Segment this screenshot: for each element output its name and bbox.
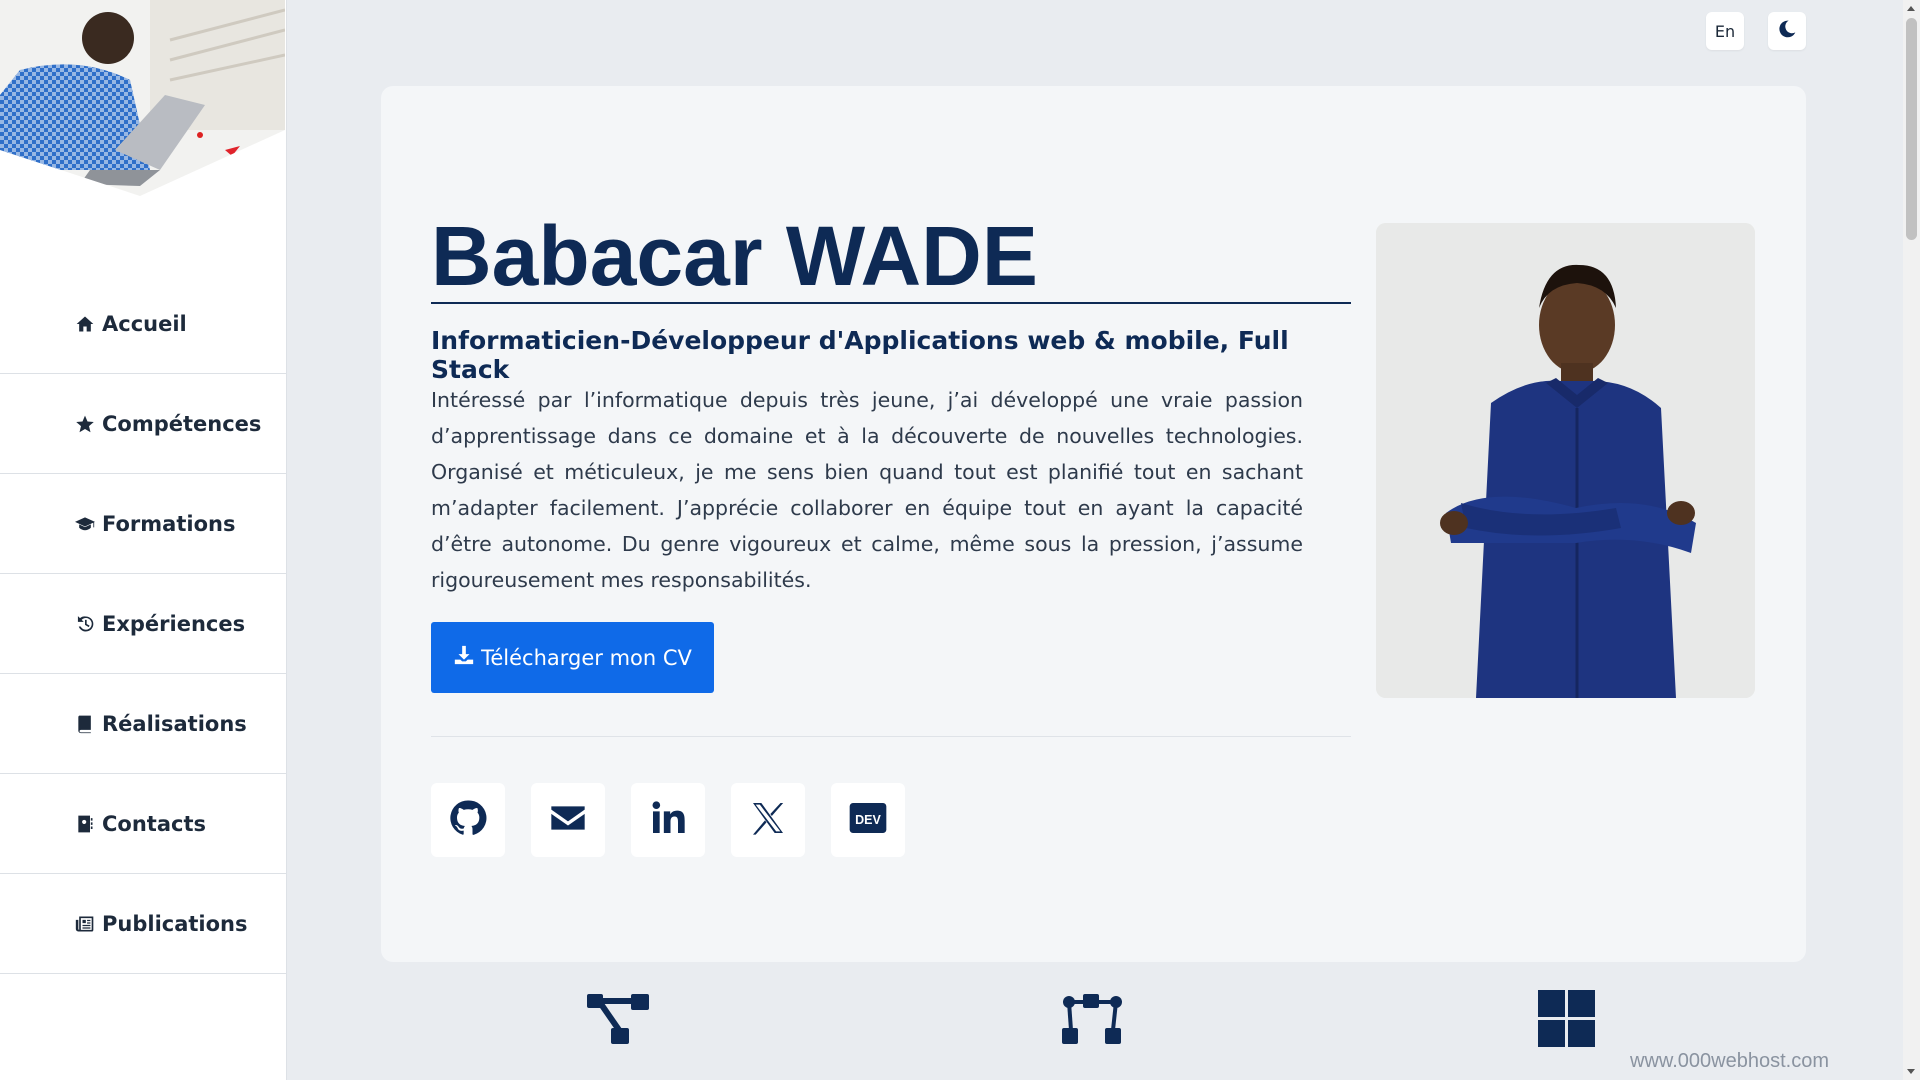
profile-subtitle: Informaticien-Développeur d'Applications… bbox=[431, 326, 1289, 384]
linkedin-icon bbox=[648, 798, 688, 842]
svg-text:DEV: DEV bbox=[855, 813, 881, 827]
book-icon bbox=[74, 713, 96, 735]
moon-icon bbox=[1777, 19, 1797, 43]
dev-to-link[interactable]: DEV bbox=[831, 783, 905, 857]
profile-name: Babacar WADE bbox=[431, 212, 1351, 305]
sidebar-avatar bbox=[0, 0, 285, 200]
theme-toggle-button[interactable] bbox=[1768, 12, 1806, 50]
scroll-thumb[interactable] bbox=[1906, 18, 1917, 240]
sidebar-item-formations[interactable]: Formations bbox=[0, 474, 287, 574]
profile-photo bbox=[1376, 223, 1755, 698]
sidebar-item-accueil[interactable]: Accueil bbox=[0, 274, 287, 374]
sidebar-item-label: Formations bbox=[102, 511, 236, 536]
sitemap-icon bbox=[587, 990, 651, 1046]
language-toggle-button[interactable]: En bbox=[1706, 12, 1744, 50]
download-cv-label: Télécharger mon CV bbox=[481, 645, 692, 670]
sidebar-item-realisations[interactable]: Réalisations bbox=[0, 674, 287, 774]
scroll-up-arrow[interactable] bbox=[1907, 6, 1915, 11]
download-cv-button[interactable]: Télécharger mon CV bbox=[431, 622, 714, 693]
linkedin-link[interactable] bbox=[631, 783, 705, 857]
home-icon bbox=[74, 313, 96, 335]
sidebar-item-publications[interactable]: Publications bbox=[0, 874, 287, 974]
sidebar-item-label: Expériences bbox=[102, 611, 246, 636]
sidebar-item-label: Publications bbox=[102, 911, 248, 936]
github-link[interactable] bbox=[431, 783, 505, 857]
sidebar-item-contacts[interactable]: Contacts bbox=[0, 774, 287, 874]
x-twitter-link[interactable] bbox=[731, 783, 805, 857]
email-link[interactable] bbox=[531, 783, 605, 857]
page-scrollbar[interactable] bbox=[1903, 0, 1920, 1080]
sidebar-item-experiences[interactable]: Expériences bbox=[0, 574, 287, 674]
scroll-down-arrow[interactable] bbox=[1907, 1069, 1915, 1074]
sidebar-nav: Accueil Compétences Formations Expérienc… bbox=[0, 274, 287, 974]
email-icon bbox=[548, 798, 588, 842]
github-icon bbox=[448, 798, 488, 842]
x-twitter-icon bbox=[748, 798, 788, 842]
history-icon bbox=[74, 613, 96, 635]
graduation-cap-icon bbox=[74, 513, 96, 535]
sidebar-item-label: Compétences bbox=[102, 411, 262, 436]
address-book-icon bbox=[74, 813, 96, 835]
star-icon bbox=[74, 413, 96, 435]
network-icon bbox=[1061, 990, 1125, 1046]
dev-to-icon: DEV bbox=[848, 798, 888, 842]
sidebar-item-label: Contacts bbox=[102, 811, 206, 836]
profile-bio: Intéressé par l’informatique depuis très… bbox=[431, 388, 1303, 592]
sidebar: Accueil Compétences Formations Expérienc… bbox=[0, 0, 287, 1080]
windows-icon bbox=[1538, 990, 1602, 1047]
sidebar-item-competences[interactable]: Compétences bbox=[0, 374, 287, 474]
webhost-badge-link[interactable]: www.000webhost.com bbox=[1630, 1050, 1829, 1073]
divider bbox=[431, 736, 1351, 737]
profile-card: Babacar WADE Informaticien-Développeur d… bbox=[381, 86, 1806, 962]
sidebar-item-label: Réalisations bbox=[102, 711, 247, 736]
social-links: DEV bbox=[431, 783, 931, 857]
newspaper-icon bbox=[74, 913, 96, 935]
download-icon bbox=[453, 644, 481, 671]
sidebar-item-label: Accueil bbox=[102, 311, 187, 336]
